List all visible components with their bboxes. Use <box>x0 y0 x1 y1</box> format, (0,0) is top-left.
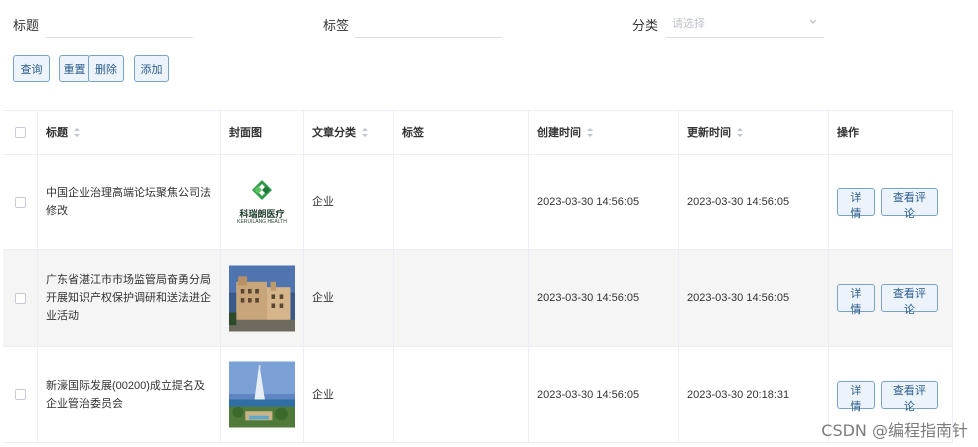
sort-icon[interactable] <box>586 127 594 138</box>
updated-time: 2023-03-30 14:56:05 <box>687 292 790 304</box>
cover-cell: 科瑞朗医疗 KERUILANG HEALTH <box>221 155 304 249</box>
row-checkbox[interactable] <box>14 389 26 400</box>
updated-time: 2023-03-30 20:18:31 <box>687 388 790 401</box>
tag-search-label: 标签 <box>323 18 350 33</box>
articles-table: 标题 封面图 文章分类 标签 创建时间 更新时间 操作 中国企业治理高端论坛聚焦… <box>3 110 953 443</box>
sort-icon[interactable] <box>736 127 744 138</box>
select-all-cell <box>3 111 38 154</box>
category-cell: 企业 <box>304 347 394 442</box>
query-button[interactable]: 查询 <box>13 55 50 82</box>
category-cell: 企业 <box>304 250 394 346</box>
title-cell: 中国企业治理高端论坛聚焦公司法修改 <box>38 155 221 249</box>
cover-image <box>229 265 295 331</box>
csdn-watermark: CSDN @编程指南针 <box>821 421 968 440</box>
header-actions: 操作 <box>829 111 953 154</box>
detail-button[interactable]: 详情 <box>837 284 875 316</box>
table-row: 中国企业治理高端论坛聚焦公司法修改 科瑞朗医疗 KERUILANG HEALTH… <box>3 155 953 250</box>
sort-icon[interactable] <box>73 127 81 138</box>
category-select-label: 分类 <box>632 18 659 33</box>
table-header-row: 标题 封面图 文章分类 标签 创建时间 更新时间 操作 <box>3 111 953 155</box>
created-time: 2023-03-30 14:56:05 <box>537 196 640 208</box>
row-select-cell <box>3 155 38 249</box>
updated-cell: 2023-03-30 14:56:05 <box>679 250 829 346</box>
created-time: 2023-03-30 14:56:05 <box>537 292 640 304</box>
header-title[interactable]: 标题 <box>38 111 221 154</box>
header-updated-label: 更新时间 <box>687 126 731 139</box>
header-updated[interactable]: 更新时间 <box>679 111 829 154</box>
keruilang-logo-icon <box>252 180 272 200</box>
tags-cell <box>394 347 529 442</box>
created-cell: 2023-03-30 14:56:05 <box>529 155 679 249</box>
header-created[interactable]: 创建时间 <box>529 111 679 154</box>
header-category-label: 文章分类 <box>312 126 356 139</box>
updated-time: 2023-03-30 14:56:05 <box>687 196 790 208</box>
add-button[interactable]: 添加 <box>134 55 169 82</box>
header-cover: 封面图 <box>221 111 304 154</box>
article-title: 新濠国际发展(00200)成立提名及企业管治委员会 <box>46 379 205 410</box>
category-select[interactable]: 请选择 <box>666 10 824 38</box>
created-time: 2023-03-30 14:56:05 <box>537 388 640 401</box>
article-category: 企业 <box>312 292 334 304</box>
header-cover-label: 封面图 <box>229 126 262 139</box>
header-category[interactable]: 文章分类 <box>304 111 394 154</box>
updated-cell: 2023-03-30 20:18:31 <box>679 347 829 442</box>
row-checkbox[interactable] <box>14 196 26 208</box>
header-tags-label: 标签 <box>402 126 424 139</box>
title-cell: 新濠国际发展(00200)成立提名及企业管治委员会 <box>38 347 221 442</box>
article-category: 企业 <box>312 196 334 208</box>
header-title-label: 标题 <box>46 126 68 139</box>
chevron-down-icon <box>809 19 817 24</box>
actions-cell: 详情 查看评论 <box>829 250 953 346</box>
category-cell: 企业 <box>304 155 394 249</box>
header-tags: 标签 <box>394 111 529 154</box>
cover-cell <box>221 250 304 346</box>
row-select-cell <box>3 250 38 346</box>
view-comments-button[interactable]: 查看评论 <box>880 380 938 413</box>
actions-cell: 详情 查看评论 <box>829 155 953 249</box>
view-comments-button[interactable]: 查看评论 <box>880 284 938 316</box>
article-title: 中国企业治理高端论坛聚焦公司法修改 <box>46 187 211 217</box>
select-all-checkbox[interactable] <box>14 127 26 138</box>
title-search-input[interactable] <box>45 10 193 38</box>
row-select-cell <box>3 347 38 442</box>
title-cell: 广东省湛江市市场监管局奋勇分局开展知识产权保护调研和送法进企业活动 <box>38 250 221 346</box>
cover-cell <box>221 347 304 442</box>
detail-button[interactable]: 详情 <box>837 188 875 220</box>
created-cell: 2023-03-30 14:56:05 <box>529 347 679 442</box>
tags-cell <box>394 250 529 346</box>
table-row: 新濠国际发展(00200)成立提名及企业管治委员会 企业 2023-03-30 … <box>3 347 953 443</box>
category-select-placeholder: 请选择 <box>672 18 705 30</box>
header-actions-label: 操作 <box>837 126 859 139</box>
cover-logo-subtext: KERUILANG HEALTH <box>237 219 287 225</box>
sort-icon[interactable] <box>361 127 369 138</box>
cover-logo-text: 科瑞朗医疗 <box>239 209 285 219</box>
table-row: 广东省湛江市市场监管局奋勇分局开展知识产权保护调研和送法进企业活动 企业 202… <box>3 250 953 347</box>
header-created-label: 创建时间 <box>537 126 581 139</box>
article-title: 广东省湛江市市场监管局奋勇分局开展知识产权保护调研和送法进企业活动 <box>46 274 211 322</box>
created-cell: 2023-03-30 14:56:05 <box>529 250 679 346</box>
article-category: 企业 <box>312 388 334 401</box>
cover-image <box>229 361 295 428</box>
detail-button[interactable]: 详情 <box>837 380 875 413</box>
delete-button[interactable]: 删除 <box>88 55 124 82</box>
row-checkbox[interactable] <box>14 292 26 304</box>
tag-search-input[interactable] <box>355 10 502 38</box>
view-comments-button[interactable]: 查看评论 <box>880 188 938 220</box>
tags-cell <box>394 155 529 249</box>
title-search-label: 标题 <box>13 18 40 33</box>
updated-cell: 2023-03-30 14:56:05 <box>679 155 829 249</box>
reset-button[interactable]: 重置 <box>59 55 90 82</box>
